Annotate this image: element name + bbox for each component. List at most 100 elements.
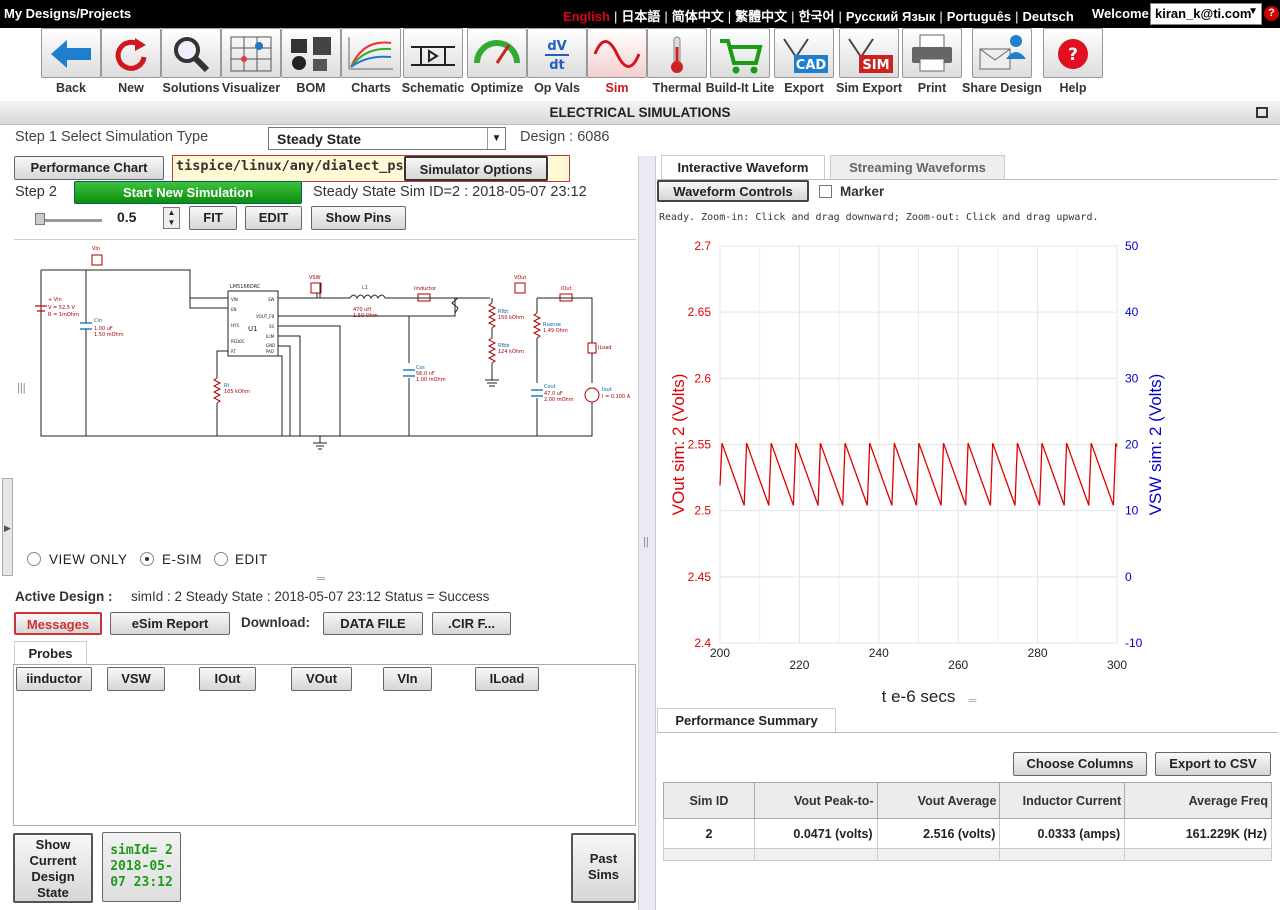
cir-file-button[interactable]: .CIR F... xyxy=(432,612,511,635)
svg-text:Rt: Rt xyxy=(224,383,229,389)
svg-text:1.49 Ohm: 1.49 Ohm xyxy=(543,328,568,334)
probe-vsw[interactable]: VSW xyxy=(107,667,165,691)
view-only-label: VIEW ONLY xyxy=(49,552,128,567)
edit-radio[interactable] xyxy=(214,552,228,566)
svg-text:HYS: HYS xyxy=(231,323,239,328)
y2-axis-label: VSW sim: 2 (Volts) xyxy=(1146,374,1165,516)
zoom-slider-handle[interactable] xyxy=(35,213,45,225)
zoom-slider[interactable] xyxy=(36,219,102,222)
start-new-simulation-button[interactable]: Start New Simulation xyxy=(74,181,302,204)
toolbar-label: Sim Export xyxy=(836,81,902,95)
drag-handle-icon[interactable]: ═ xyxy=(317,573,325,585)
messages-button[interactable]: Messages xyxy=(14,612,102,635)
simulation-type-select[interactable]: Steady State ▼ xyxy=(268,127,506,150)
svg-text:PEDOC: PEDOC xyxy=(231,339,245,344)
svg-text:SIM: SIM xyxy=(862,58,889,73)
export-csv-button[interactable]: Export to CSV xyxy=(1155,752,1271,776)
col-inductor-current[interactable]: Inductor Current xyxy=(999,782,1126,819)
user-dropdown[interactable]: kiran_k@ti.com ▼ xyxy=(1150,3,1262,25)
collapse-left-handle[interactable]: ▶ xyxy=(2,478,13,576)
toolbar-thermal-button[interactable]: Thermal xyxy=(647,28,709,100)
svg-text:VOUT_FB: VOUT_FB xyxy=(256,314,274,319)
language-option[interactable]: English xyxy=(563,9,610,24)
toolbar-sim-button[interactable]: Sim xyxy=(587,28,649,100)
performance-chart-button[interactable]: Performance Chart xyxy=(14,156,164,180)
fit-button[interactable]: FIT xyxy=(189,206,237,230)
toolbar-sim-export-button[interactable]: SIM Sim Export xyxy=(836,28,902,100)
view-only-radio[interactable] xyxy=(27,552,41,566)
toolbar-op-vals-button[interactable]: dV dt Op Vals xyxy=(527,28,589,100)
toolbar-optimize-button[interactable]: Optimize xyxy=(467,28,529,100)
probe-iout[interactable]: IOut xyxy=(199,667,256,691)
maximize-icon[interactable] xyxy=(1256,107,1268,118)
schematic-canvas[interactable]: VIn VSW VOut IOut iinductor ILoad + Vin … xyxy=(20,243,640,453)
toolbar-label: Back xyxy=(56,81,86,95)
help-icon[interactable]: ? xyxy=(1264,6,1279,21)
svg-text:SW: SW xyxy=(268,297,275,302)
toolbar-schematic-button[interactable]: Schematic xyxy=(402,28,465,100)
tab-performance-summary[interactable]: Performance Summary xyxy=(657,708,836,732)
waveform-chart[interactable]: 2.4 2.45 2.5 2.55 2.6 2.65 2.7 -10 0 10 20 30 40 50 20… xyxy=(656,228,1280,708)
past-sim-card[interactable]: simId= 2 2018-05-07 23:12 xyxy=(102,832,181,902)
zoom-value: 0.5 xyxy=(117,209,137,225)
toolbar-print-button[interactable]: Print xyxy=(902,28,964,100)
probe-vin[interactable]: VIn xyxy=(383,667,432,691)
waveform-controls-button[interactable]: Waveform Controls xyxy=(657,180,809,202)
show-current-design-state-button[interactable]: Show Current Design State xyxy=(13,833,93,903)
past-sims-button[interactable]: Past Sims xyxy=(571,833,636,903)
probe-iinductor[interactable]: iinductor xyxy=(16,667,92,691)
language-option[interactable]: 한국어 xyxy=(799,9,835,24)
tab-probes[interactable]: Probes xyxy=(14,641,87,665)
col-vout-average[interactable]: Vout Average xyxy=(876,782,1001,819)
edit-button[interactable]: EDIT xyxy=(245,206,302,230)
pane-divider[interactable]: || xyxy=(638,156,656,910)
active-design-status: simId : 2 Steady State : 2018-05-07 23:1… xyxy=(131,589,490,604)
sim-id-text: Steady State Sim ID=2 : 2018-05-07 23:12 xyxy=(313,184,587,200)
show-pins-button[interactable]: Show Pins xyxy=(311,206,406,230)
esim-radio[interactable] xyxy=(140,552,154,566)
col-vout-peak[interactable]: Vout Peak-to- xyxy=(753,782,878,819)
y-tick-label: 2.55 xyxy=(688,438,712,452)
svg-text:VOut: VOut xyxy=(514,275,526,281)
col-sim-id[interactable]: Sim ID xyxy=(663,782,755,819)
language-option[interactable]: 日本語 xyxy=(621,9,660,24)
my-designs-link[interactable]: My Designs/Projects xyxy=(4,6,131,21)
svg-text:Iout: Iout xyxy=(602,387,612,393)
language-option[interactable]: Deutsch xyxy=(1022,9,1073,24)
language-option[interactable]: 繁體中文 xyxy=(735,9,787,24)
svg-text:U1: U1 xyxy=(248,325,258,333)
toolbar-help-button[interactable]: ? Help xyxy=(1043,28,1105,100)
zoom-stepper[interactable]: ▲ ▼ xyxy=(163,207,180,229)
toolbar-label: New xyxy=(118,81,144,95)
toolbar-build-it-lite-button[interactable]: Build-It Lite xyxy=(706,28,774,100)
toolbar-new-button[interactable]: New xyxy=(101,28,163,100)
language-option[interactable]: Русский Язык xyxy=(846,9,936,24)
probe-vout[interactable]: VOut xyxy=(291,667,352,691)
tab-interactive-waveform[interactable]: Interactive Waveform xyxy=(661,155,825,179)
toolbar-bom-button[interactable]: BOM xyxy=(281,28,343,100)
tab-streaming-waveforms[interactable]: Streaming Waveforms xyxy=(830,155,1005,179)
toolbar-charts-button[interactable]: Charts xyxy=(341,28,403,100)
table-row[interactable]: 2 0.0471 (volts) 2.516 (volts) 0.0333 (a… xyxy=(663,818,1272,849)
toolbar-share-design-button[interactable]: Share Design xyxy=(962,28,1042,100)
y-tick-label: 2.5 xyxy=(694,504,711,518)
esim-report-button[interactable]: eSim Report xyxy=(110,612,230,635)
toolbar-export-button[interactable]: CAD Export xyxy=(774,28,836,100)
language-option[interactable]: 简体中文 xyxy=(672,9,724,24)
svg-text:ILoad: ILoad xyxy=(598,345,611,351)
toolbar-solutions-button[interactable]: Solutions xyxy=(161,28,223,100)
sine-wave-icon xyxy=(593,40,641,68)
resize-grip-icon[interactable]: ||| xyxy=(17,382,26,394)
language-option[interactable]: Português xyxy=(947,9,1011,24)
choose-columns-button[interactable]: Choose Columns xyxy=(1013,752,1147,776)
data-file-button[interactable]: DATA FILE xyxy=(323,612,423,635)
toolbar-visualizer-button[interactable]: Visualizer xyxy=(221,28,283,100)
toolbar-back-button[interactable]: Back xyxy=(41,28,103,100)
esim-label: E-SIM xyxy=(162,552,203,567)
simulator-options-button[interactable]: Simulator Options xyxy=(404,156,548,181)
marker-checkbox[interactable] xyxy=(819,185,832,198)
main-toolbar: Back New Solutions Visualizer BOM Charts Schem… xyxy=(0,28,1280,100)
col-average-freq[interactable]: Average Freq xyxy=(1124,782,1272,819)
step2-label: Step 2 xyxy=(15,184,57,200)
probe-iload[interactable]: ILoad xyxy=(475,667,539,691)
